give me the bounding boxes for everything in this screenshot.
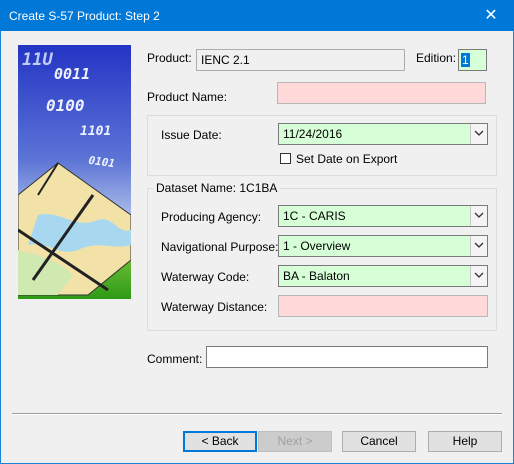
binary-text-3: 0100 [46, 96, 85, 115]
waterway-code-label: Waterway Code: [161, 270, 250, 284]
edition-field[interactable]: 1 [458, 49, 487, 71]
issue-date-picker[interactable]: 11/24/2016 [278, 123, 488, 145]
producing-agency-select[interactable]: 1C - CARIS [278, 205, 488, 227]
comment-label: Comment: [147, 352, 203, 366]
binary-text-2: 0011 [54, 65, 90, 83]
binary-text-1: 11U [22, 50, 53, 70]
comment-input[interactable] [206, 346, 488, 368]
waterway-code-value: BA - Balaton [283, 269, 350, 283]
waterway-distance-input[interactable] [278, 295, 488, 317]
nav-purpose-label: Navigational Purpose: [161, 240, 279, 254]
set-date-label: Set Date on Export [296, 152, 398, 166]
waterway-distance-label: Waterway Distance: [161, 300, 268, 314]
product-label: Product: [147, 51, 192, 65]
edition-value: 1 [461, 53, 470, 67]
help-button[interactable]: Help [428, 431, 502, 452]
issue-date-value: 11/24/2016 [283, 127, 343, 141]
window-title: Create S-57 Product: Step 2 [9, 9, 160, 23]
chevron-down-icon[interactable] [470, 124, 487, 144]
issue-date-label: Issue Date: [161, 128, 222, 142]
edition-label: Edition: [416, 51, 457, 65]
title-bar: Create S-57 Product: Step 2 ✕ [0, 0, 514, 31]
set-date-checkbox[interactable] [280, 153, 291, 164]
product-field: IENC 2.1 [196, 49, 405, 71]
cancel-button[interactable]: Cancel [342, 431, 416, 452]
chevron-down-icon[interactable] [470, 236, 487, 256]
next-button[interactable]: Next > [258, 431, 332, 452]
back-button[interactable]: < Back [183, 431, 257, 452]
waterway-code-select[interactable]: BA - Balaton [278, 265, 488, 287]
nav-purpose-select[interactable]: 1 - Overview [278, 235, 488, 257]
close-icon[interactable]: ✕ [468, 0, 514, 31]
product-name-input[interactable] [277, 82, 486, 104]
chevron-down-icon[interactable] [470, 266, 487, 286]
wizard-banner-image: 11U 0011 0100 1101 0101 [18, 45, 131, 299]
product-name-label: Product Name: [147, 90, 228, 104]
producing-agency-label: Producing Agency: [161, 210, 262, 224]
dataset-name-label: Dataset Name: 1C1BA [153, 181, 281, 195]
binary-text-4: 1101 [80, 124, 111, 139]
producing-agency-value: 1C - CARIS [283, 209, 346, 223]
footer-divider [12, 413, 502, 415]
nav-purpose-value: 1 - Overview [283, 239, 351, 253]
chevron-down-icon[interactable] [470, 206, 487, 226]
